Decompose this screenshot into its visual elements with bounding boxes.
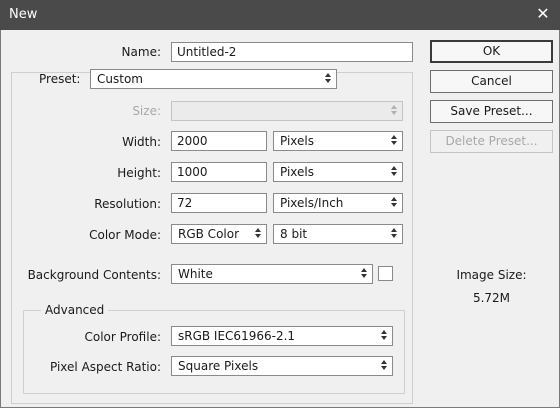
color-profile-dropdown[interactable]: sRGB IEC61966-2.1 <box>171 326 393 346</box>
name-label: Name: <box>121 45 161 59</box>
updown-arrow-icon <box>389 164 399 180</box>
background-color-swatch[interactable] <box>378 266 393 281</box>
width-label: Width: <box>122 135 161 149</box>
preset-label: Preset: <box>39 72 81 86</box>
size-label: Size: <box>132 104 161 118</box>
width-unit-value: Pixels <box>280 134 315 148</box>
window-title: New <box>9 7 38 22</box>
pixel-aspect-ratio-dropdown[interactable]: Square Pixels <box>171 356 393 376</box>
height-label: Height: <box>117 166 161 180</box>
updown-arrow-icon <box>323 71 333 87</box>
pixel-aspect-ratio-value: Square Pixels <box>178 359 259 373</box>
updown-arrow-icon <box>389 133 399 149</box>
save-preset-button[interactable]: Save Preset... <box>430 100 553 123</box>
updown-arrow-icon <box>359 266 369 282</box>
preset-value: Custom <box>97 72 143 86</box>
title-bar: New ✕ <box>0 0 560 30</box>
color-profile-label: Color Profile: <box>84 330 162 344</box>
size-dropdown <box>171 101 403 121</box>
width-unit-dropdown[interactable]: Pixels <box>273 131 403 151</box>
close-icon[interactable]: ✕ <box>532 3 554 25</box>
bit-depth-value: 8 bit <box>280 227 308 241</box>
name-field[interactable]: Untitled-2 <box>171 42 413 62</box>
updown-arrow-icon <box>389 103 399 119</box>
height-field[interactable]: 1000 <box>171 162 267 182</box>
width-field[interactable]: 2000 <box>171 131 267 151</box>
resolution-label: Resolution: <box>94 197 161 211</box>
new-document-dialog: Name: Untitled-2 Preset: Custom Size: Wi… <box>0 30 560 408</box>
preset-dropdown[interactable]: Custom <box>90 69 337 89</box>
advanced-group <box>23 310 405 394</box>
background-contents-value: White <box>178 267 213 281</box>
resolution-field[interactable]: 72 <box>171 193 267 213</box>
color-profile-value: sRGB IEC61966-2.1 <box>178 329 296 343</box>
updown-arrow-icon <box>253 226 263 242</box>
color-mode-value: RGB Color <box>178 227 240 241</box>
height-unit-dropdown[interactable]: Pixels <box>273 162 403 182</box>
bit-depth-dropdown[interactable]: 8 bit <box>273 224 403 244</box>
updown-arrow-icon <box>389 195 399 211</box>
background-contents-label: Background Contents: <box>27 268 161 282</box>
pixel-aspect-ratio-label: Pixel Aspect Ratio: <box>50 360 161 374</box>
updown-arrow-icon <box>389 226 399 242</box>
resolution-unit-value: Pixels/Inch <box>280 196 344 210</box>
ok-button[interactable]: OK <box>430 40 553 63</box>
image-size-label: Image Size: <box>456 268 527 282</box>
height-unit-value: Pixels <box>280 165 315 179</box>
delete-preset-button: Delete Preset... <box>430 130 553 153</box>
image-size-value: 5.72M <box>472 291 511 305</box>
cancel-button[interactable]: Cancel <box>430 70 553 93</box>
resolution-unit-dropdown[interactable]: Pixels/Inch <box>273 193 403 213</box>
updown-arrow-icon <box>379 358 389 374</box>
background-contents-dropdown[interactable]: White <box>171 264 373 284</box>
color-mode-label: Color Mode: <box>89 228 161 242</box>
color-mode-dropdown[interactable]: RGB Color <box>171 224 267 244</box>
updown-arrow-icon <box>379 328 389 344</box>
advanced-caption: Advanced <box>41 303 109 317</box>
